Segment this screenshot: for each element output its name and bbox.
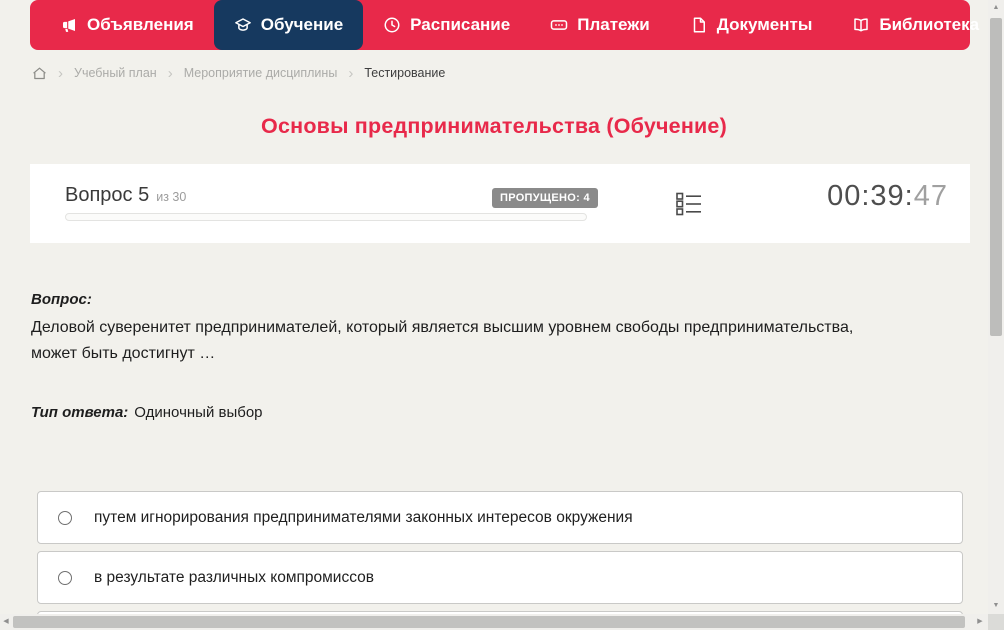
breadcrumb-item-study-plan[interactable]: Учебный план	[74, 66, 157, 80]
home-icon[interactable]	[32, 66, 47, 81]
scroll-up-icon[interactable]: ▲	[988, 3, 1004, 13]
nav-item-label: Библиотека	[879, 15, 980, 34]
timer-seconds: 47	[913, 180, 948, 212]
horizontal-scrollbar-thumb[interactable]	[13, 616, 965, 628]
scroll-right-icon[interactable]: ▶	[974, 614, 986, 630]
document-icon	[690, 16, 708, 34]
breadcrumb-item-discipline-event[interactable]: Мероприятие дисциплины	[184, 66, 338, 80]
answer-options: путем игнорирования предпринимателями за…	[37, 491, 963, 630]
nav-item-schedule[interactable]: Расписание	[363, 0, 530, 50]
timer-minutes: 00:39:	[827, 180, 914, 212]
breadcrumb: › Учебный план › Мероприятие дисциплины …	[32, 61, 445, 85]
radio-button[interactable]	[58, 510, 72, 525]
skipped-badge: ПРОПУЩЕНО: 4	[492, 188, 598, 208]
scrollbar-corner	[988, 614, 1004, 630]
question-text: Деловой суверенитет предпринимателей, ко…	[31, 319, 854, 362]
quiz-progress-bar	[65, 213, 587, 221]
answer-option-2[interactable]: в результате различных компромиссов	[37, 551, 963, 604]
nav-item-library[interactable]: Библиотека	[832, 0, 1004, 50]
breadcrumb-item-testing: Тестирование	[364, 66, 446, 80]
nav-item-label: Документы	[716, 15, 813, 34]
vertical-scrollbar[interactable]: ▲ ▼	[988, 0, 1004, 614]
scroll-down-icon[interactable]: ▼	[988, 601, 1004, 611]
nav-item-documents[interactable]: Документы	[670, 0, 833, 50]
horizontal-scrollbar[interactable]: ◀ ▶	[0, 614, 988, 630]
question-number: Вопрос 5	[65, 184, 150, 206]
wallet-icon	[550, 16, 568, 34]
nav-item-payments[interactable]: Платежи	[530, 0, 670, 50]
answer-type-value: Одиночный выбор	[134, 404, 263, 421]
answer-option-1[interactable]: путем игнорирования предпринимателями за…	[37, 491, 963, 544]
nav-item-label: Обучение	[260, 15, 344, 34]
nav-item-label: Платежи	[577, 15, 650, 34]
question-total: из 30	[156, 190, 187, 204]
question-label: Вопрос:	[31, 291, 92, 308]
answer-option-label: путем игнорирования предпринимателями за…	[94, 508, 633, 526]
megaphone-icon	[60, 16, 78, 34]
nav-item-learning[interactable]: Обучение	[213, 0, 364, 50]
nav-item-announcements[interactable]: Объявления	[40, 0, 214, 50]
nav-item-label: Расписание	[410, 15, 511, 34]
page-title: Основы предпринимательства (Обучение)	[261, 114, 727, 138]
question-list-icon[interactable]	[675, 190, 703, 218]
quiz-header-panel: Вопрос 5 из 30 ПРОПУЩЕНО: 4 00:39:47	[30, 164, 970, 243]
chevron-right-icon: ›	[167, 64, 173, 82]
question-counter: Вопрос 5 из 30	[65, 184, 186, 207]
answer-option-label: в результате различных компромиссов	[94, 568, 374, 586]
chevron-right-icon: ›	[58, 64, 63, 82]
nav-item-label: Объявления	[87, 15, 194, 34]
radio-button[interactable]	[58, 570, 72, 585]
question-block: Вопрос: Деловой суверенитет предпринимат…	[31, 291, 936, 367]
answer-type-label: Тип ответа:	[31, 404, 129, 421]
quiz-timer: 00:39:47	[827, 180, 948, 213]
graduation-cap-icon	[234, 16, 252, 34]
book-icon	[852, 16, 870, 34]
scroll-left-icon[interactable]: ◀	[0, 614, 12, 630]
chevron-right-icon: ›	[348, 64, 354, 82]
clock-icon	[383, 16, 401, 34]
answer-type-row: Тип ответа: Одиночный выбор	[31, 404, 263, 421]
vertical-scrollbar-thumb[interactable]	[990, 18, 1002, 336]
main-navbar: Объявления Обучение Расписание Платежи Д…	[30, 0, 1001, 50]
